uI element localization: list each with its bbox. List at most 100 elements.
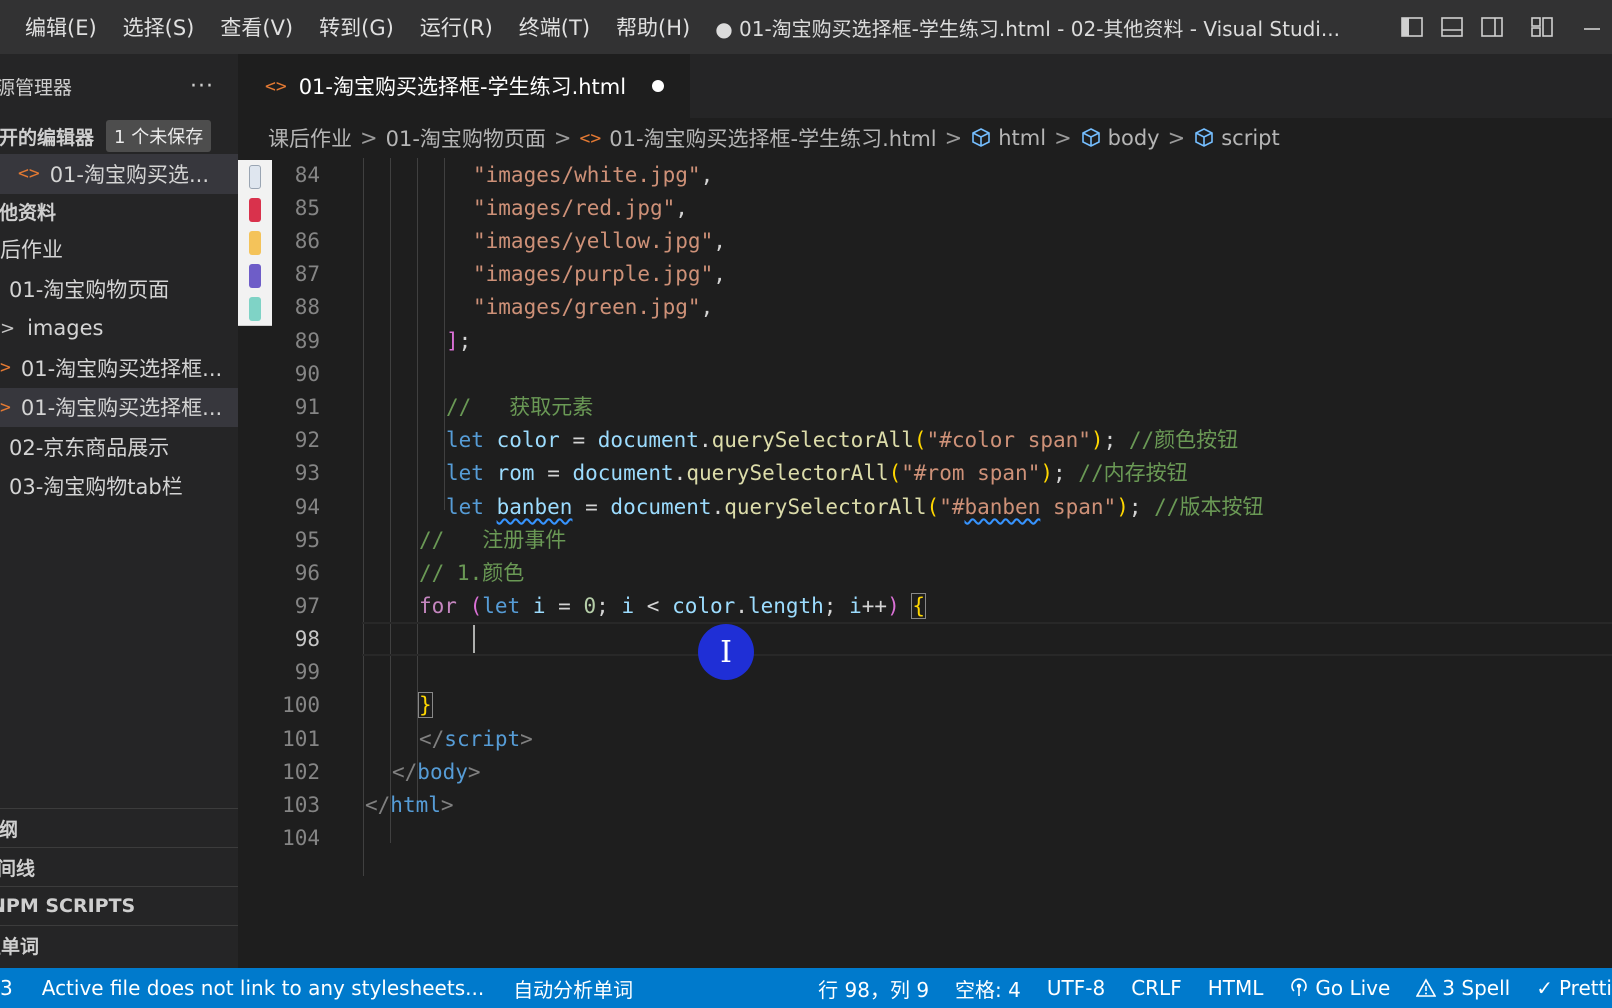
open-editor-label: 01-淘宝购买选...: [49, 162, 210, 187]
line-number: 92: [294, 428, 320, 452]
breadcrumb-separator-icon: >: [360, 126, 378, 150]
code-line: 88 "images/green.jpg",: [238, 290, 1612, 324]
tab-label: 01-淘宝购买选择框-学生练习.html: [298, 75, 627, 99]
html-file-icon: <>: [579, 127, 602, 149]
eol-setting[interactable]: CRLF: [1118, 968, 1195, 1008]
minimize-button[interactable]: [1578, 13, 1606, 41]
breadcrumb-symbol-label: html: [998, 126, 1047, 150]
breadcrumb-file[interactable]: <> 01-淘宝购买选择框-学生练习.html: [580, 123, 937, 153]
open-editor-item[interactable]: <> 01-淘宝购买选...: [0, 154, 238, 194]
outline-label: 大纲: [0, 818, 19, 841]
indentation-setting[interactable]: 空格: 4: [942, 968, 1034, 1008]
unsaved-badge: 1 个未保存: [106, 120, 212, 152]
line-number: 96: [294, 561, 320, 585]
breadcrumb-symbol-script[interactable]: script: [1193, 126, 1280, 150]
breadcrumb-symbol-body[interactable]: body: [1080, 126, 1160, 150]
npm-scripts-section[interactable]: NPM SCRIPTS: [0, 886, 238, 925]
breadcrumb-symbol-html[interactable]: html: [970, 126, 1046, 150]
code-line: 96 // 1.颜色: [238, 556, 1612, 590]
code-text: </script>: [419, 727, 533, 751]
code-text: // 注册事件: [419, 528, 567, 552]
code-line: 92 let color = document.querySelectorAll…: [238, 423, 1612, 457]
breadcrumb-file-label: 01-淘宝购买选择框-学生练习.html: [609, 127, 937, 151]
workspace-section[interactable]: 其他资料: [0, 194, 238, 230]
code-line: 99: [238, 655, 1612, 689]
go-live-button[interactable]: Go Live: [1276, 968, 1403, 1008]
words-section[interactable]: 生单词: [0, 925, 238, 964]
window-title: ● 01-淘宝购买选择框-学生练习.html - 02-其他资料 - Visua…: [715, 16, 1340, 41]
outline-section[interactable]: 大纲: [0, 808, 238, 847]
cursor-position[interactable]: 行 98，列 9: [805, 968, 942, 1008]
line-number: 86: [294, 229, 320, 253]
toggle-secondary-sidebar-button[interactable]: [1478, 13, 1506, 41]
menu-run[interactable]: 运行(R): [407, 0, 506, 54]
cube-symbol-icon: [1195, 128, 1214, 147]
tree-item-taobao-page[interactable]: 01-淘宝购物页面: [0, 269, 238, 309]
menu-help[interactable]: 帮助(H): [603, 0, 703, 54]
toggle-panel-button[interactable]: [1438, 13, 1466, 41]
tree-item-file-a[interactable]: > 01-淘宝购买选择框...: [0, 348, 238, 388]
line-number: 84: [294, 163, 320, 187]
html-file-icon: <>: [265, 75, 287, 97]
tab-active-file[interactable]: <> 01-淘宝购买选择框-学生练习.html: [238, 54, 691, 118]
code-text: "images/purple.jpg",: [473, 262, 726, 286]
status-bar: 3 Active file does not link to any style…: [0, 968, 1612, 1008]
html-file-icon: >: [0, 396, 11, 418]
line-number: 95: [294, 528, 320, 552]
line-number: 91: [294, 395, 320, 419]
customize-layout-button[interactable]: [1528, 13, 1556, 41]
code-line: 101 </script>: [238, 722, 1612, 756]
line-number: 85: [294, 196, 320, 220]
more-actions-icon[interactable]: ···: [190, 74, 214, 99]
timeline-section[interactable]: 时间线: [0, 847, 238, 886]
words-label: 生单词: [0, 935, 40, 958]
breadcrumb-separator-icon: >: [944, 126, 963, 150]
unsaved-dot-icon[interactable]: [652, 80, 665, 92]
tree-item-label: 01-淘宝购买选择框...: [20, 356, 223, 381]
line-number: 87: [294, 262, 320, 286]
breadcrumb-folder1[interactable]: 课后作业: [268, 123, 352, 153]
breadcrumb-folder2[interactable]: 01-淘宝购物页面: [386, 123, 546, 153]
explorer-sidebar: 源管理器 ··· 打开的编辑器 1 个未保存 <> 01-淘宝购买选... 其他…: [0, 54, 238, 968]
open-editors-section[interactable]: 打开的编辑器 1 个未保存: [0, 118, 238, 154]
open-editors-label: 打开的编辑器: [0, 126, 95, 149]
tree-item-label: 01-淘宝购物页面: [9, 277, 170, 302]
html-file-icon: <>: [18, 163, 40, 185]
workspace-label: 其他资料: [0, 202, 57, 224]
menu-edit[interactable]: 编辑(E): [0, 0, 110, 54]
spell-check-button[interactable]: 3 Spell: [1403, 968, 1523, 1008]
explorer-title: 源管理器: [0, 76, 73, 99]
problems-count[interactable]: 3: [0, 968, 26, 1008]
code-text: "images/yellow.jpg",: [473, 229, 726, 253]
menu-selection[interactable]: 选择(S): [110, 0, 208, 54]
broadcast-icon: [1291, 978, 1308, 996]
language-mode[interactable]: HTML: [1195, 968, 1277, 1008]
tree-item-jd[interactable]: 02-京东商品展示: [0, 427, 238, 467]
tree-item-label: 03-淘宝购物tab栏: [9, 475, 183, 500]
code-line: 91 // 获取元素: [238, 390, 1612, 424]
prettier-button[interactable]: ✓ Pretti: [1523, 968, 1612, 1008]
menu-view[interactable]: 查看(V): [207, 0, 306, 54]
tree-item-taobao-tab[interactable]: 03-淘宝购物tab栏: [0, 467, 238, 507]
line-number: 97: [294, 594, 320, 618]
code-line: 87 "images/purple.jpg",: [238, 257, 1612, 291]
line-number: 89: [294, 329, 320, 353]
tree-item-homework[interactable]: 课后作业: [0, 230, 238, 270]
code-line: 102 </body>: [238, 755, 1612, 789]
status-message[interactable]: Active file does not link to any stylesh…: [26, 968, 497, 1008]
mouse-cursor-highlight: I: [698, 624, 754, 680]
npm-scripts-label: NPM SCRIPTS: [0, 895, 136, 917]
auto-analyze-button[interactable]: 自动分析单词: [497, 968, 646, 1008]
tree-item-images[interactable]: > images: [0, 309, 238, 349]
toggle-primary-sidebar-button[interactable]: [1398, 13, 1426, 41]
menu-go[interactable]: 转到(G): [306, 0, 407, 54]
menu-terminal[interactable]: 终端(T): [506, 0, 603, 54]
explorer-header: 源管理器 ···: [0, 54, 238, 118]
editor-area: <> 01-淘宝购买选择框-学生练习.html 课后作业 > 01-淘宝购物页面…: [238, 54, 1612, 968]
code-line: 90: [238, 357, 1612, 391]
code-line: 95 // 注册事件: [238, 523, 1612, 557]
code-editor[interactable]: 84 "images/white.jpg", 85 "images/red.jp…: [238, 158, 1612, 968]
encoding-setting[interactable]: UTF-8: [1034, 968, 1118, 1008]
tree-item-file-b[interactable]: > 01-淘宝购买选择框...: [0, 387, 238, 427]
code-text: // 获取元素: [446, 395, 594, 419]
